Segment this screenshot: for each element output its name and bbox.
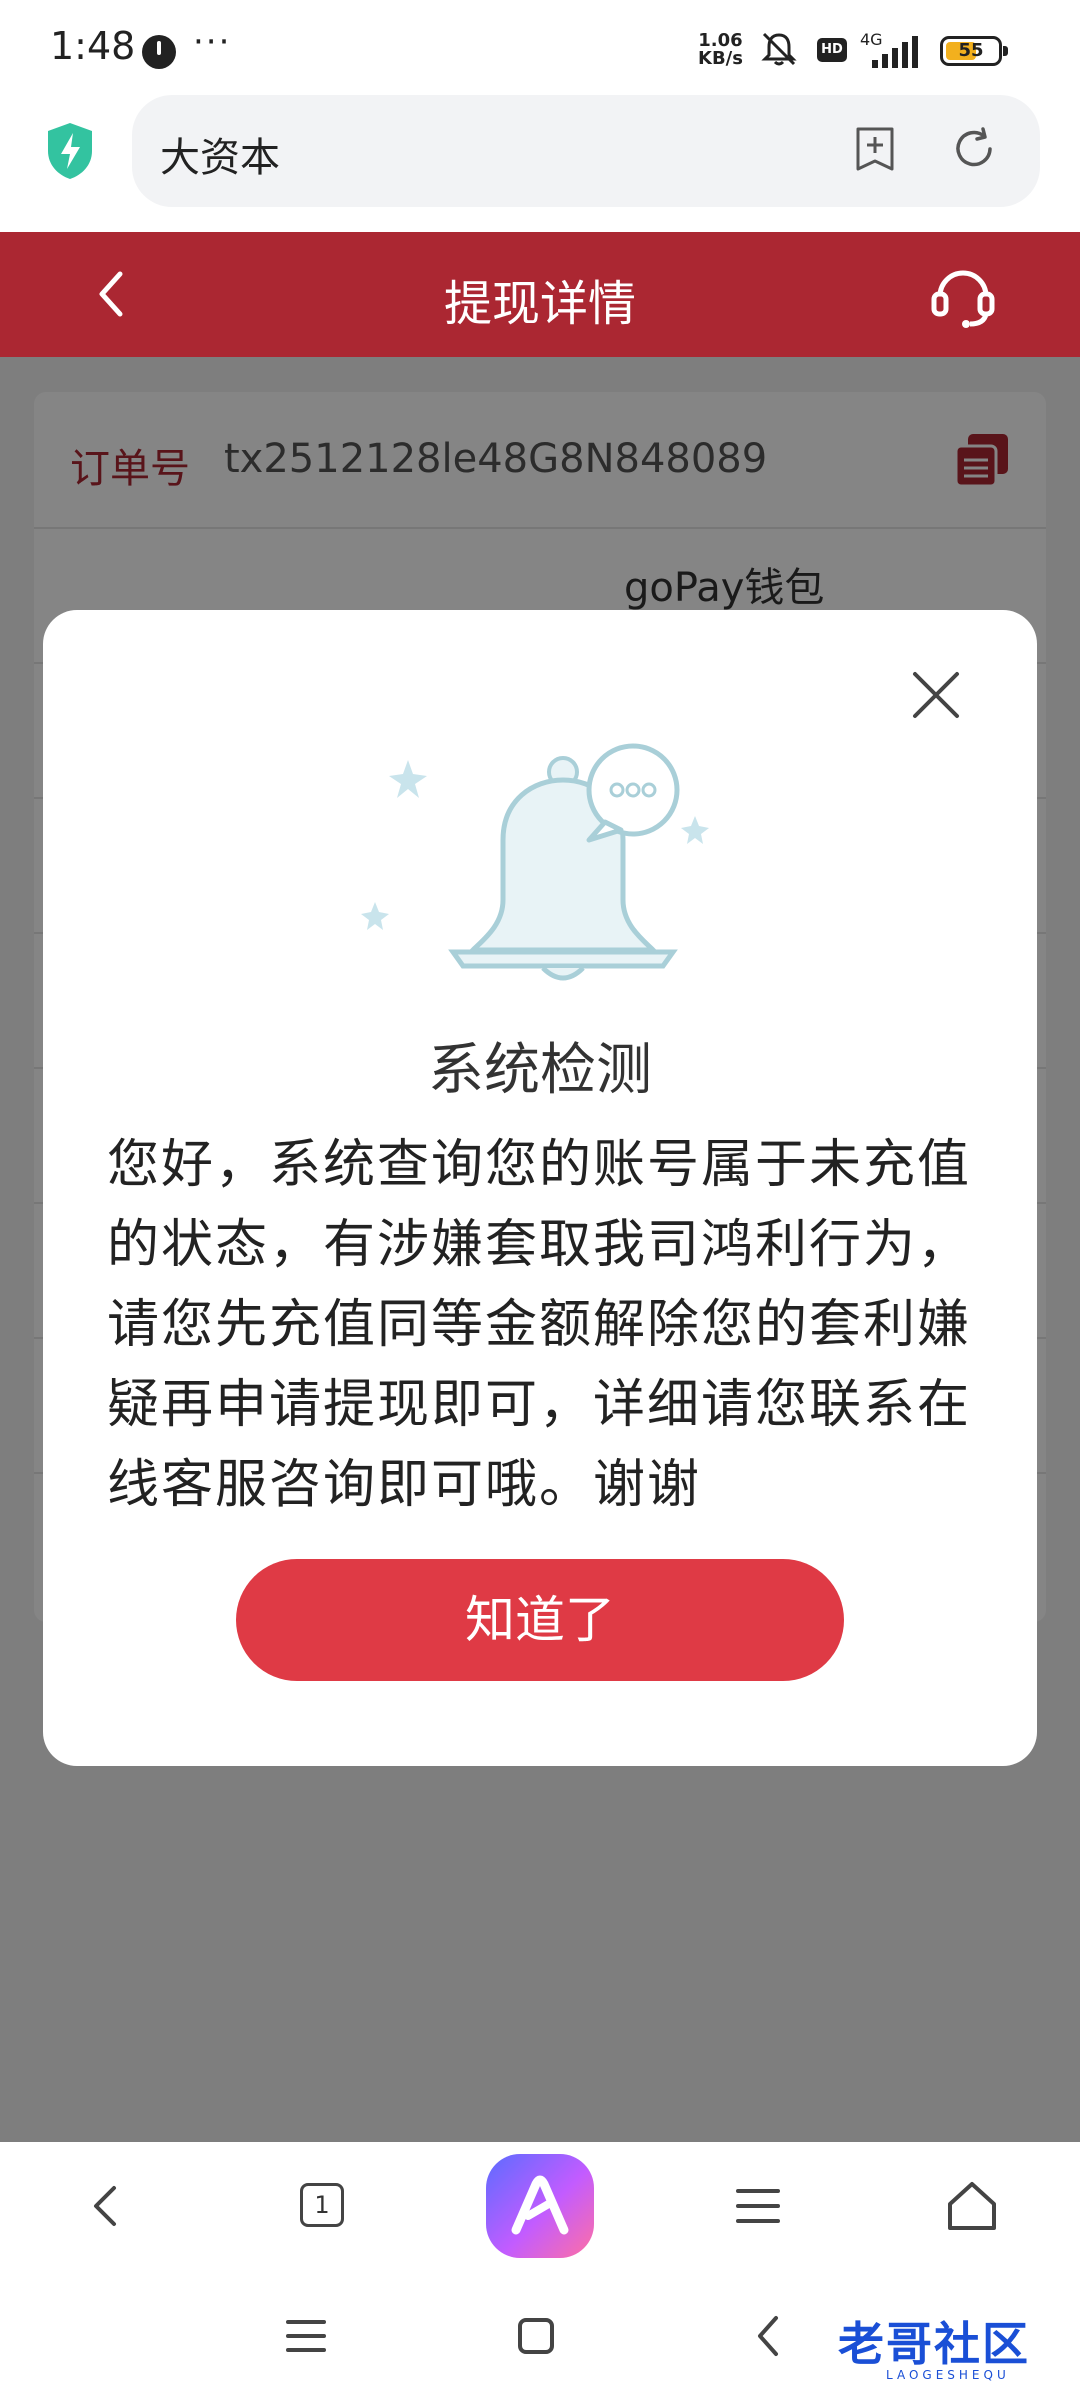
status-bar: 1:48 ··· 1.06 KB/s HD 4G 55 <box>0 0 1080 95</box>
page-title: 提现详情 <box>443 276 636 332</box>
hd-icon: HD <box>817 38 847 62</box>
signal-icon <box>872 36 918 68</box>
battery-icon: 55 <box>940 36 1008 66</box>
browser-toolbar: 1 <box>0 2142 1080 2270</box>
tab-count[interactable]: 1 <box>300 2183 344 2227</box>
got-it-button[interactable]: 知道了 <box>236 1559 844 1681</box>
refresh-icon[interactable] <box>950 125 998 173</box>
system-navigation-bar: 老哥社区 LAOGESHEQU <box>0 2270 1080 2400</box>
network-speed-unit: KB/s <box>698 48 743 69</box>
system-check-dialog: 系统检测 您好，系统查询您的账号属于未充值的状态，有涉嫌套取我司鸿利行为，请您先… <box>43 610 1037 1766</box>
mute-icon <box>761 32 797 66</box>
url-text[interactable]: 大资本 <box>160 125 280 183</box>
bell-illustration-icon <box>361 743 709 981</box>
status-time: 1:48 <box>50 24 136 68</box>
back-icon[interactable] <box>76 2176 136 2236</box>
recent-apps-icon[interactable] <box>276 2306 336 2366</box>
battery-level: 55 <box>958 40 984 61</box>
dialog-message: 您好，系统查询您的账号属于未充值的状态，有涉嫌套取我司鸿利行为，请您先充值同等金… <box>107 1135 972 1515</box>
network-speed: 1.06 KB/s <box>698 32 743 68</box>
close-icon[interactable] <box>903 662 969 728</box>
url-field[interactable]: 大资本 <box>132 95 1040 207</box>
ai-assistant-icon[interactable] <box>486 2154 594 2258</box>
more-notifications-icon: ··· <box>193 22 232 62</box>
add-bookmark-icon[interactable] <box>852 125 898 173</box>
browser-address-bar: 大资本 <box>0 95 1080 232</box>
tabs-icon[interactable]: 1 <box>293 2176 353 2236</box>
customer-service-icon[interactable] <box>928 260 998 330</box>
home-nav-icon[interactable] <box>506 2306 566 2366</box>
shield-icon[interactable] <box>44 121 96 181</box>
home-icon[interactable] <box>942 2176 1002 2236</box>
watermark-logo: 老哥社区 <box>838 2317 1030 2371</box>
menu-icon[interactable] <box>728 2176 788 2236</box>
notification-icon <box>142 35 176 69</box>
page-header: 提现详情 <box>0 232 1080 357</box>
back-nav-icon[interactable] <box>740 2306 800 2366</box>
dialog-title: 系统检测 <box>428 1038 652 1103</box>
watermark-subtext: LAOGESHEQU <box>886 2368 1010 2382</box>
